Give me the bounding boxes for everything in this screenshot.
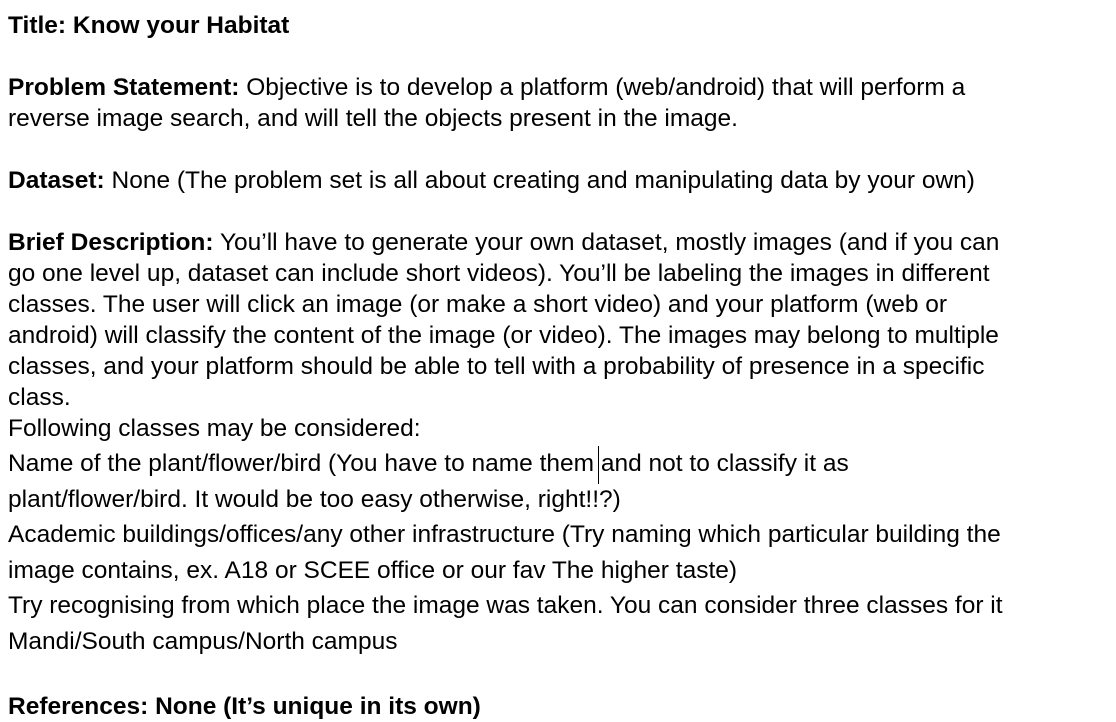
class-line: Name of the plant/flower/bird (You have … [8, 450, 849, 477]
problem-statement-line: Problem Statement: Objective is to devel… [8, 74, 966, 101]
title-text: Know your Habitat [72, 12, 290, 39]
dataset-section: Dataset: None (The problem set is all ab… [8, 165, 1112, 196]
references-section: References: None (It’s unique in its own… [8, 691, 1112, 722]
description-line: classes. The user will click an image (o… [8, 291, 948, 318]
class-line: Try recognising from which place the ima… [8, 592, 1003, 619]
description-line: class. [8, 384, 71, 411]
description-line: classes, and your platform should be abl… [8, 353, 985, 380]
problem-statement-line: reverse image search, and will tell the … [8, 105, 738, 132]
references-label: References: [8, 693, 149, 720]
class-line: Mandi/South campus/North campus [8, 627, 398, 655]
title-line: Title: Know your Habitat [8, 10, 1112, 41]
brief-description-label: Brief Description: [8, 229, 214, 256]
text-cursor [598, 446, 599, 484]
description-line: Brief Description: You’ll have to genera… [8, 229, 1000, 256]
description-line: go one level up, dataset can include sho… [8, 260, 990, 287]
class-line: Academic buildings/offices/any other inf… [8, 521, 1001, 548]
class-line: plant/flower/bird. It would be too easy … [8, 485, 621, 513]
class-line: image contains, ex. A18 or SCEE office o… [8, 556, 738, 584]
problem-statement-section: Problem Statement: Objective is to devel… [8, 72, 1112, 134]
title-label: Title: [8, 12, 67, 39]
class-list: Name of the plant/flower/bird (You have … [8, 446, 1112, 659]
description-line: android) will classify the content of th… [8, 322, 999, 349]
references-text: None (It’s unique in its own) [155, 693, 481, 720]
classes-intro: Following classes may be considered: [8, 415, 421, 442]
dataset-label: Dataset: [8, 167, 105, 194]
brief-description-section: Brief Description: You’ll have to genera… [8, 227, 1112, 444]
problem-statement-label: Problem Statement: [8, 74, 240, 101]
dataset-text: None (The problem set is all about creat… [111, 167, 975, 194]
